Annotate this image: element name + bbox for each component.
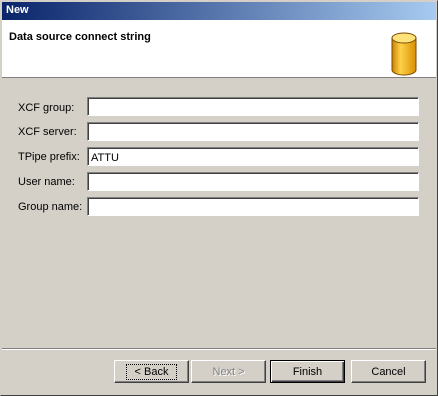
button-separator (2, 348, 436, 350)
user-name-label: User name: (18, 176, 75, 188)
finish-button[interactable]: Finish (270, 360, 345, 383)
page-title: Data source connect string (9, 31, 151, 43)
back-button[interactable]: < Back (114, 360, 189, 383)
database-cylinder-icon (391, 32, 417, 76)
xcf-server-input[interactable] (87, 122, 419, 141)
xcf-group-input[interactable] (87, 97, 419, 116)
xcf-group-label: XCF group: (18, 102, 75, 114)
tpipe-prefix-input[interactable] (87, 147, 419, 166)
next-button[interactable]: Next > (191, 360, 266, 383)
user-name-input[interactable] (87, 172, 419, 191)
group-name-input[interactable] (87, 197, 419, 216)
tpipe-prefix-label: TPipe prefix: (18, 151, 80, 163)
back-button-label: < Back (125, 363, 178, 380)
group-name-label: Group name: (18, 201, 83, 213)
title-bar[interactable]: New (2, 2, 436, 20)
xcf-server-label: XCF server: (18, 126, 77, 138)
cancel-button[interactable]: Cancel (351, 360, 426, 383)
dialog-window: New Data source connect string XCF group… (0, 0, 438, 396)
wizard-banner: Data source connect string (2, 20, 436, 78)
window-title: New (6, 4, 29, 16)
